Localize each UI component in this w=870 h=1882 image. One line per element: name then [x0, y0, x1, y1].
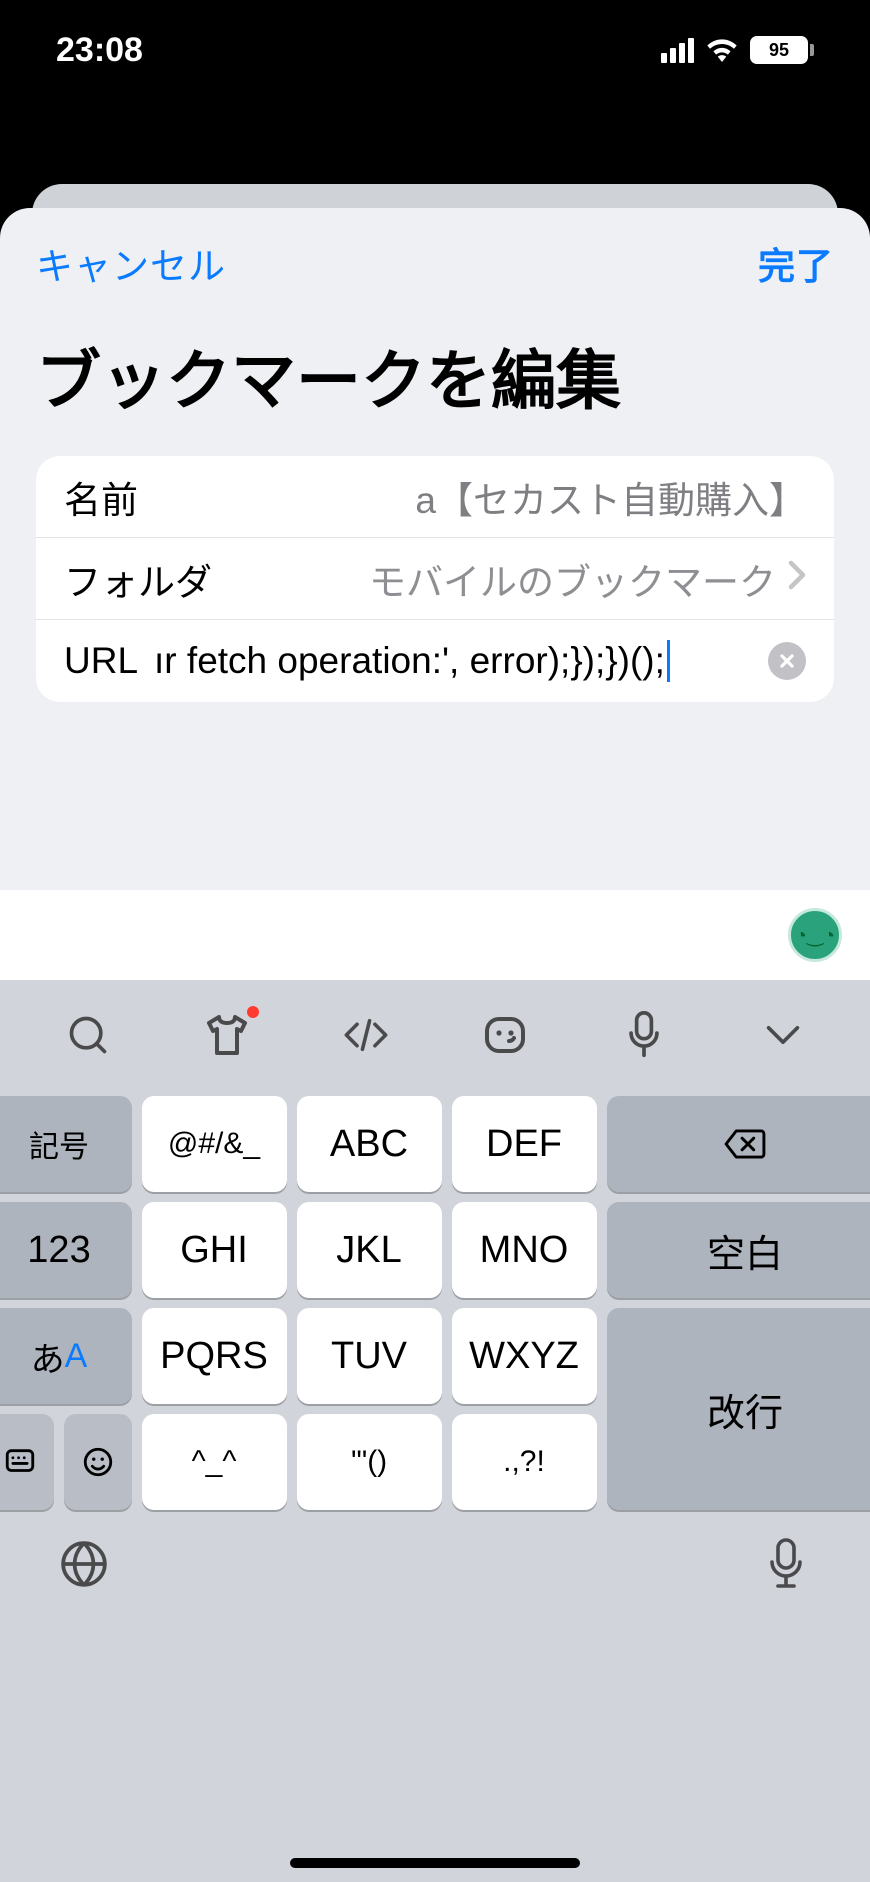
- url-row[interactable]: URL ır fetch operation:', error);});})()…: [36, 620, 834, 702]
- key-abc[interactable]: ABC: [297, 1096, 442, 1192]
- name-field[interactable]: a【セカスト自動購入】: [138, 470, 806, 524]
- cancel-button[interactable]: キャンセル: [36, 236, 226, 290]
- keyboard-bottom-bar: [0, 1518, 870, 1686]
- key-mno[interactable]: MNO: [452, 1202, 597, 1298]
- key-123[interactable]: 123: [0, 1202, 132, 1298]
- keyboard-toolbar: [0, 980, 870, 1090]
- done-button[interactable]: 完了: [758, 236, 834, 290]
- search-icon[interactable]: [62, 1009, 114, 1061]
- notification-dot: [247, 1006, 259, 1018]
- folder-label: フォルダ: [64, 552, 212, 606]
- microphone-icon[interactable]: [618, 1009, 670, 1061]
- status-time: 23:08: [56, 31, 143, 70]
- key-return[interactable]: 改行: [607, 1308, 870, 1510]
- battery-level: 95: [750, 36, 808, 64]
- key-ghi[interactable]: GHI: [142, 1202, 287, 1298]
- dictation-icon[interactable]: [758, 1536, 814, 1592]
- key-pqrs[interactable]: PQRS: [142, 1308, 287, 1404]
- name-label: 名前: [64, 470, 138, 524]
- key-kaomoji[interactable]: ^_^: [142, 1414, 287, 1510]
- wifi-icon: [706, 38, 738, 62]
- clear-text-button[interactable]: [768, 642, 806, 680]
- key-symbols[interactable]: 記号: [0, 1096, 132, 1192]
- status-indicators: 95: [661, 36, 814, 64]
- key-wxyz[interactable]: WXYZ: [452, 1308, 597, 1404]
- page-title: ブックマークを編集: [0, 300, 870, 456]
- key-emoji[interactable]: [64, 1414, 132, 1510]
- keyboard-grid: 記号 @#/&_ ABC DEF 123 GHI JKL MNO 空白 あA P…: [0, 1090, 870, 1518]
- key-punct[interactable]: .,?!: [452, 1414, 597, 1510]
- battery-indicator: 95: [750, 36, 814, 64]
- name-row[interactable]: 名前 a【セカスト自動購入】: [36, 456, 834, 538]
- status-bar: 23:08 95: [0, 0, 870, 100]
- keyboard-area: ◔‿◔: [0, 890, 870, 1882]
- shirt-icon[interactable]: [201, 1009, 253, 1061]
- globe-icon[interactable]: [56, 1536, 112, 1592]
- key-jkl[interactable]: JKL: [297, 1202, 442, 1298]
- key-space[interactable]: 空白: [607, 1202, 870, 1298]
- key-quotes[interactable]: '"(): [297, 1414, 442, 1510]
- key-def[interactable]: DEF: [452, 1096, 597, 1192]
- key-mode-switch[interactable]: あA: [0, 1308, 132, 1404]
- cellular-signal-icon: [661, 38, 694, 63]
- keyboard-avatar-icon[interactable]: ◔‿◔: [788, 908, 842, 962]
- sheet-navbar: キャンセル 完了: [0, 208, 870, 300]
- edit-bookmark-sheet: キャンセル 完了 ブックマークを編集 名前 a【セカスト自動購入】 フォルダ モ…: [0, 208, 870, 1882]
- home-indicator[interactable]: [290, 1858, 580, 1868]
- emoji-face-icon[interactable]: [479, 1009, 531, 1061]
- url-field[interactable]: ır fetch operation:', error);});})();: [154, 640, 665, 682]
- key-tuv[interactable]: TUV: [297, 1308, 442, 1404]
- code-icon[interactable]: [340, 1009, 392, 1061]
- chevron-right-icon: [788, 560, 806, 598]
- key-keyboard-settings[interactable]: [0, 1414, 54, 1510]
- folder-value: モバイルのブックマーク: [212, 552, 776, 606]
- form-card: 名前 a【セカスト自動購入】 フォルダ モバイルのブックマーク URL ır f…: [36, 456, 834, 702]
- screen: 23:08 95 キャンセル 完了 ブックマークを編集 名前 a【セカスト自動購…: [0, 0, 870, 1882]
- text-cursor: [667, 640, 670, 682]
- keyboard-app-strip: ◔‿◔: [0, 890, 870, 980]
- folder-row[interactable]: フォルダ モバイルのブックマーク: [36, 538, 834, 620]
- url-label: URL: [64, 640, 138, 682]
- key-backspace[interactable]: [607, 1096, 870, 1192]
- key-at[interactable]: @#/&_: [142, 1096, 287, 1192]
- chevron-down-icon[interactable]: [757, 1009, 809, 1061]
